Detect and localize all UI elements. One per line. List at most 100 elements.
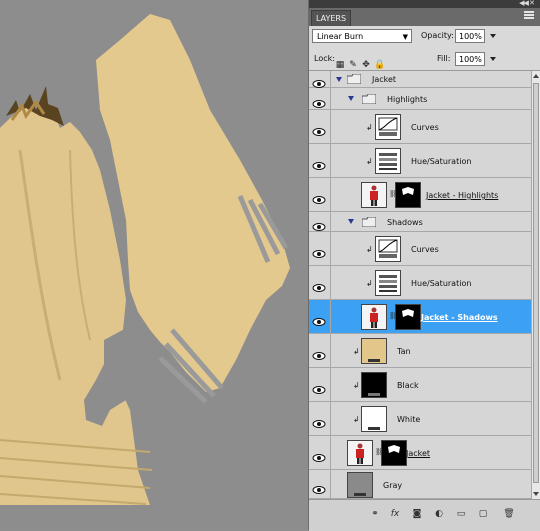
eye-icon[interactable] [312,278,326,292]
layer-row-highlights-group[interactable]: Highlights [309,88,531,110]
layer-controls: Linear Burn ▼ Opacity: 100% Lock: ▦ ✎ ✥ 🔒 F… [309,26,540,71]
blend-mode-select[interactable]: Linear Burn ▼ [312,29,412,43]
hue-saturation-thumbnail-icon [375,148,401,174]
fill-input[interactable]: 100% [455,52,485,66]
layer-name: Hue/Saturation [411,279,472,288]
collapse-icon[interactable]: ◀◀ ✕ [519,0,535,7]
layer-thumbnail-icon [347,440,373,466]
opacity-dropdown-icon[interactable] [490,34,496,38]
layer-name: Tan [397,347,411,356]
new-group-icon[interactable]: ▭ [455,508,467,520]
eye-icon[interactable] [312,217,326,231]
curves-thumbnail-icon [375,236,401,262]
layer-name: Jacket [406,449,431,458]
layers-bottom-toolbar: ⚭ fx ◙ ◐ ▭ ▢ 🗑 [309,499,540,531]
layer-row-shadows-group[interactable]: Shadows [309,212,531,232]
tab-layers[interactable]: LAYERS [311,10,351,26]
mask-link-icon[interactable]: ⛓ [389,312,398,322]
mask-thumbnail-icon [395,182,421,208]
layer-name: Jacket [372,75,397,84]
layers-list: Jacket Highlights ↲ Curves ↲ Hue/Saturat… [309,71,531,499]
layer-row-hue-saturation[interactable]: ↲ Hue/Saturation [309,266,531,300]
eye-icon[interactable] [312,74,326,88]
expand-triangle-icon[interactable] [348,96,354,101]
chevron-down-icon: ▼ [402,33,408,41]
eye-icon[interactable] [312,190,326,204]
adjustment-layer-icon[interactable]: ◐ [433,508,445,520]
clip-arrow-icon: ↲ [366,279,373,288]
fill-label: Fill: [437,54,451,63]
panel-titlebar[interactable]: ◀◀ ✕ [309,0,540,8]
layer-row-jacket-shadows[interactable]: ⛓ Jacket - Shadows [309,300,531,334]
eye-icon[interactable] [312,312,326,326]
layer-thumbnail-icon [361,304,387,330]
scroll-up-icon[interactable] [533,74,539,78]
layer-row-hue-saturation[interactable]: ↲ Hue/Saturation [309,144,531,178]
fx-icon[interactable]: fx [389,508,401,520]
clip-arrow-icon: ↲ [353,415,360,424]
lock-brush-icon[interactable]: ✎ [348,60,358,70]
layer-name: Jacket - Highlights [426,191,499,200]
clip-arrow-icon: ↲ [366,157,373,166]
layer-name: Shadows [387,218,423,227]
layer-name: Jacket - Shadows [421,313,498,322]
lock-label: Lock: [314,54,335,63]
eye-icon[interactable] [312,156,326,170]
link-layers-icon[interactable]: ⚭ [369,508,381,520]
eye-icon[interactable] [312,346,326,360]
eye-icon[interactable] [312,122,326,136]
jacket-artwork [0,14,290,505]
add-mask-icon[interactable]: ◙ [411,508,423,520]
layer-thumbnail-icon [361,182,387,208]
layer-row-tan[interactable]: ↲ Tan [309,334,531,368]
layer-row-jacket[interactable]: ⛓ Jacket [309,436,531,470]
expand-triangle-icon[interactable] [336,77,342,82]
clip-arrow-icon: ↲ [366,123,373,132]
layer-row-gray[interactable]: Gray [309,470,531,499]
trash-icon[interactable]: 🗑 [503,508,515,520]
layer-name: White [397,415,421,424]
layer-row-jacket-group[interactable]: Jacket [309,71,531,88]
curves-thumbnail-icon [375,114,401,140]
layer-name: Gray [383,481,403,490]
lock-all-icon[interactable]: 🔒 [374,60,385,70]
scroll-down-icon[interactable] [533,492,539,496]
color-fill-thumbnail-icon [361,406,387,432]
layer-name: Black [397,381,419,390]
lock-transparency-icon[interactable]: ▦ [335,60,345,70]
folder-icon [362,217,376,227]
scroll-thumb[interactable] [533,83,539,483]
document-canvas[interactable] [0,0,308,530]
fill-dropdown-icon[interactable] [490,57,496,61]
color-fill-thumbnail-icon [347,472,373,498]
color-fill-thumbnail-icon [361,338,387,364]
folder-icon [362,94,376,104]
eye-icon[interactable] [312,244,326,258]
clip-arrow-icon: ↲ [353,381,360,390]
lock-icons: ▦ ✎ ✥ 🔒 [335,52,387,71]
eye-icon[interactable] [312,448,326,462]
panel-menu-icon[interactable] [524,11,534,21]
color-fill-thumbnail-icon [361,372,387,398]
panel-tab-row: LAYERS [309,8,540,26]
expand-triangle-icon[interactable] [348,219,354,224]
mask-link-icon[interactable]: ⛓ [375,448,384,458]
layer-row-curves[interactable]: ↲ Curves [309,232,531,266]
new-layer-icon[interactable]: ▢ [477,508,489,520]
layer-name: Highlights [387,95,428,104]
eye-icon[interactable] [312,414,326,428]
mask-link-icon[interactable]: ⛓ [389,190,398,200]
layer-name: Hue/Saturation [411,157,472,166]
layers-scrollbar[interactable] [531,71,540,499]
eye-icon[interactable] [312,380,326,394]
layer-row-jacket-highlights[interactable]: ⛓ Jacket - Highlights [309,178,531,212]
layer-row-black[interactable]: ↲ Black [309,368,531,402]
lock-move-icon[interactable]: ✥ [361,60,371,70]
eye-icon[interactable] [312,480,326,494]
folder-icon [347,74,361,84]
layer-row-white[interactable]: ↲ White [309,402,531,436]
opacity-input[interactable]: 100% [455,29,485,43]
eye-icon[interactable] [312,94,326,108]
layer-name: Curves [411,123,439,132]
layer-row-curves[interactable]: ↲ Curves [309,110,531,144]
